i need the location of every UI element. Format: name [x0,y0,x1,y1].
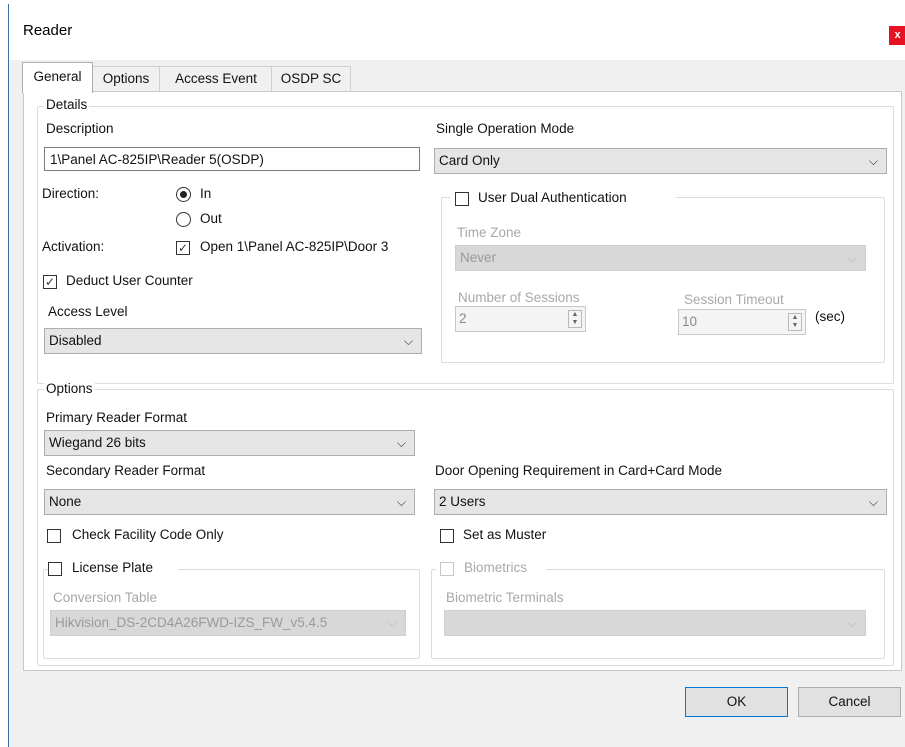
spin-arrows-icon[interactable]: ▲ ▼ [788,313,802,331]
window-title: Reader [23,22,73,39]
session-timeout-value: 10 [682,314,698,329]
conversion-table-value: Hikvision_DS-2CD4A26FWD-IZS_FW_v5.4.5 [55,615,328,630]
conversion-table-select[interactable]: Hikvision_DS-2CD4A26FWD-IZS_FW_v5.4.5 ⌵ [50,610,406,636]
chevron-down-icon: ⌵ [403,334,413,348]
access-level-select[interactable]: Disabled ⌵ [44,328,422,354]
chevron-down-icon: ⌵ [396,436,406,450]
biometric-terminals-label: Biometric Terminals [446,590,564,605]
reader-dialog: Reader x General Options Access Event OS… [8,4,905,747]
access-level-label: Access Level [48,304,128,319]
direction-in-label: In [200,186,212,201]
direction-in-radio[interactable] [176,187,191,202]
tab-general[interactable]: General [22,62,93,93]
biometric-terminals-select[interactable]: ⌵ [444,610,866,636]
tab-osdp-sc[interactable]: OSDP SC [271,66,351,91]
dual-auth-checkbox[interactable] [455,192,469,206]
number-of-sessions-stepper[interactable]: 2 ▲ ▼ [455,306,586,332]
time-zone-select[interactable]: Never ⌵ [455,245,866,271]
description-input[interactable]: 1\Panel AC-825IP\Reader 5(OSDP) [44,147,420,171]
license-plate-checkbox[interactable] [48,562,62,576]
chevron-down-icon: ⌵ [847,251,857,265]
tab-access-event[interactable]: Access Event [159,66,273,91]
options-group-label: Options [44,381,95,396]
single-operation-mode-label: Single Operation Mode [436,121,575,136]
time-zone-label: Time Zone [457,225,522,240]
direction-out-label: Out [200,211,222,226]
biometrics-checkbox[interactable] [440,562,454,576]
activation-checkbox[interactable]: ✓ [176,241,190,255]
chevron-down-icon: ⌵ [847,616,857,630]
direction-label: Direction: [42,186,100,201]
access-level-value: Disabled [49,333,102,348]
check-facility-code-checkbox[interactable] [47,529,61,543]
chevron-down-icon: ⌵ [868,495,878,509]
close-icon: x [894,29,901,41]
general-tab-panel: Details Description 1\Panel AC-825IP\Rea… [23,91,902,671]
session-timeout-stepper[interactable]: 10 ▲ ▼ [678,309,806,335]
secondary-reader-format-select[interactable]: None ⌵ [44,489,415,515]
close-button[interactable]: x [889,26,905,45]
session-timeout-label: Session Timeout [684,292,784,307]
dual-auth-group [441,197,885,363]
session-timeout-unit: (sec) [815,309,845,324]
license-plate-label: License Plate [72,560,154,575]
door-opening-requirement-label: Door Opening Requirement in Card+Card Mo… [435,463,723,478]
secondary-reader-format-label: Secondary Reader Format [46,463,206,478]
set-as-muster-checkbox[interactable] [440,529,454,543]
chevron-down-icon: ⌵ [396,495,406,509]
door-opening-requirement-select[interactable]: 2 Users ⌵ [434,489,887,515]
biometrics-label: Biometrics [464,560,528,575]
time-zone-value: Never [460,250,497,265]
primary-reader-format-select[interactable]: Wiegand 26 bits ⌵ [44,430,415,456]
activation-value-label: Open 1\Panel AC-825IP\Door 3 [200,239,389,254]
dual-auth-label: User Dual Authentication [478,190,627,205]
conversion-table-label: Conversion Table [53,590,158,605]
primary-reader-format-value: Wiegand 26 bits [49,435,146,450]
cancel-button[interactable]: Cancel [798,687,901,717]
description-label: Description [46,121,114,136]
single-operation-mode-select[interactable]: Card Only ⌵ [434,148,887,174]
deduct-counter-label: Deduct User Counter [66,273,193,288]
number-of-sessions-value: 2 [459,311,467,326]
secondary-reader-format-value: None [49,494,82,509]
deduct-counter-checkbox[interactable]: ✓ [43,275,57,289]
chevron-down-icon: ⌵ [387,616,397,630]
check-facility-code-label: Check Facility Code Only [72,527,224,542]
direction-out-radio[interactable] [176,212,191,227]
number-of-sessions-label: Number of Sessions [458,290,580,305]
title-bar: Reader x [9,4,905,60]
spin-arrows-icon[interactable]: ▲ ▼ [568,310,582,328]
set-as-muster-label: Set as Muster [463,527,547,542]
primary-reader-format-label: Primary Reader Format [46,410,188,425]
single-operation-mode-value: Card Only [439,153,500,168]
activation-label: Activation: [42,239,105,254]
radio-selected-dot [180,191,187,198]
details-group-label: Details [44,97,90,112]
chevron-down-icon: ⌵ [868,154,878,168]
tab-options[interactable]: Options [91,66,161,91]
door-opening-requirement-value: 2 Users [439,494,486,509]
ok-button[interactable]: OK [685,687,788,717]
